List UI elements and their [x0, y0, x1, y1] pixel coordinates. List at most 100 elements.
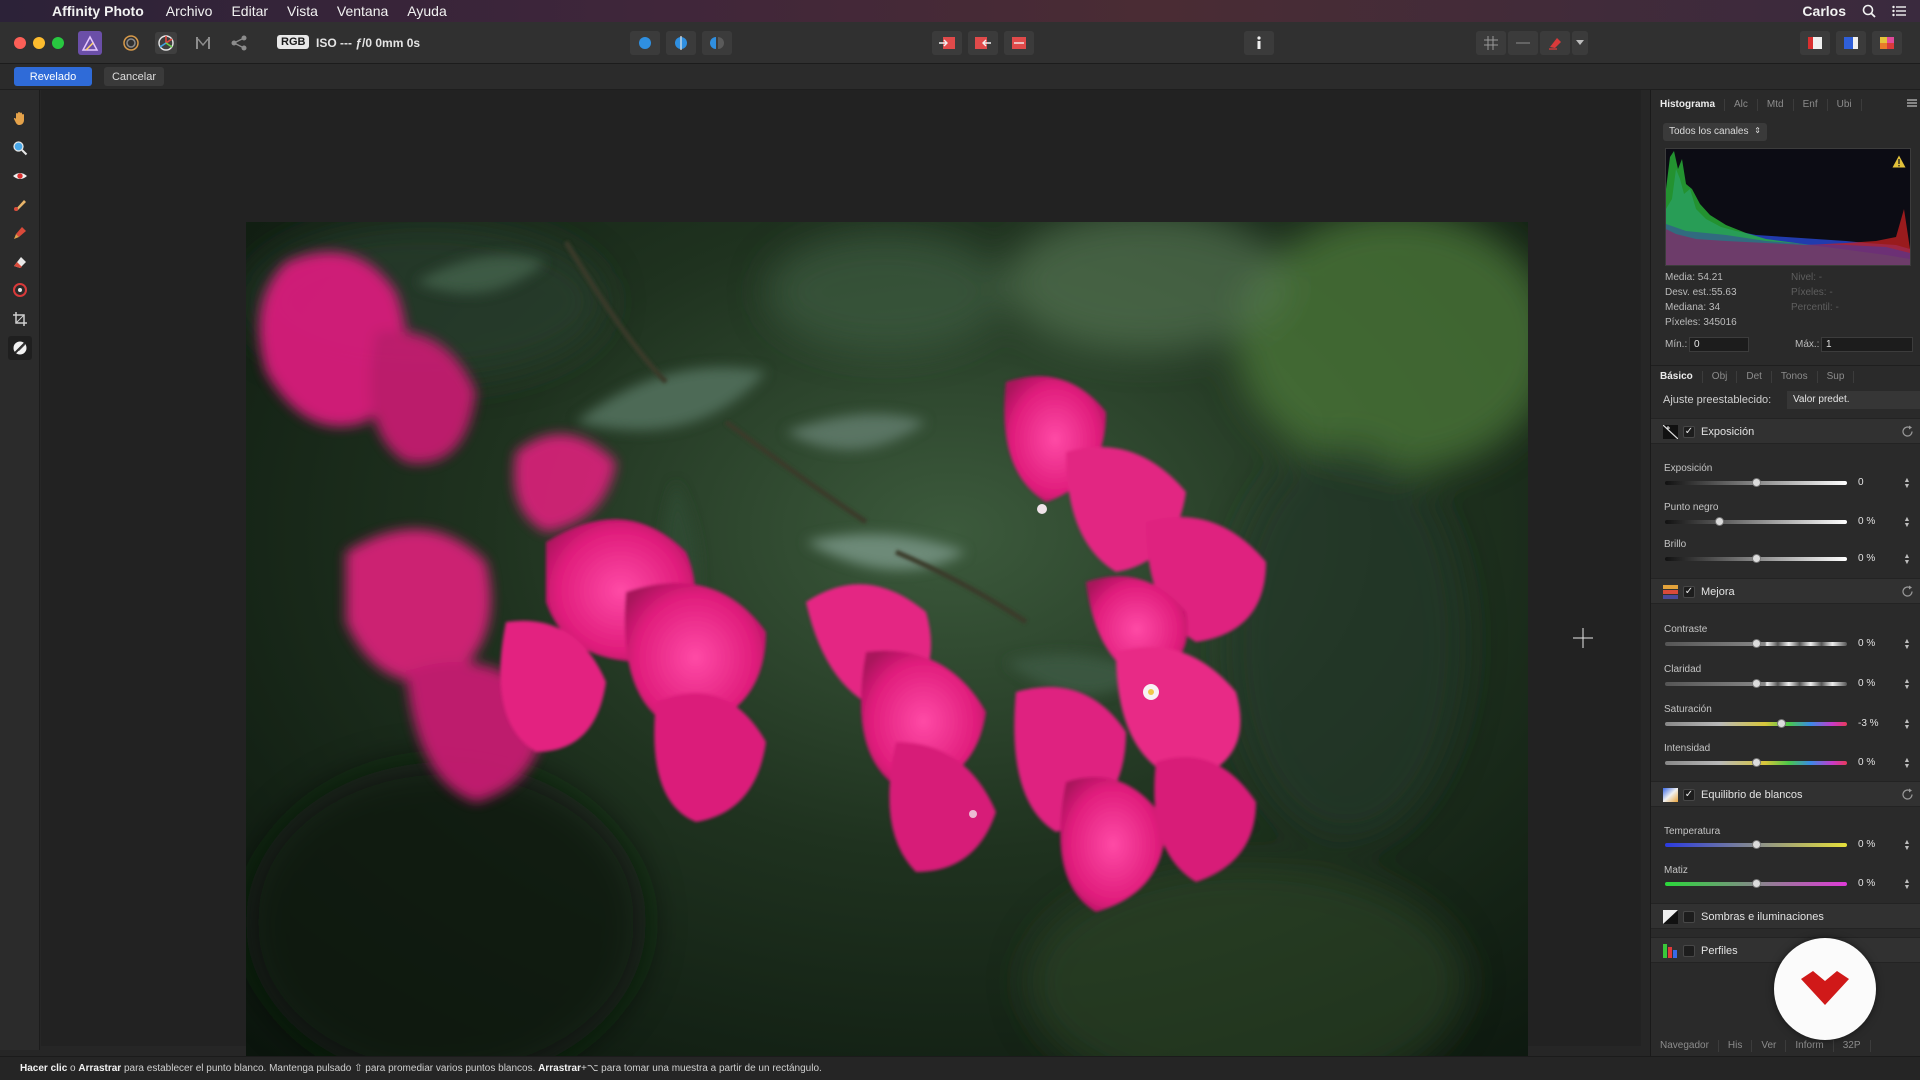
- clip-shadows-button[interactable]: [932, 31, 962, 55]
- temperatura-slider[interactable]: [1665, 840, 1847, 849]
- preset-select[interactable]: Valor predet.: [1787, 391, 1920, 409]
- single-view-button[interactable]: [630, 31, 660, 55]
- stepper-icon[interactable]: ▲ ▼: [1903, 757, 1911, 770]
- stepper-icon[interactable]: ▲ ▼: [1903, 638, 1911, 651]
- stepper-icon[interactable]: ▲ ▼: [1903, 678, 1911, 691]
- stepper-icon[interactable]: ▲ ▼: [1903, 553, 1911, 566]
- cancel-button[interactable]: Cancelar: [104, 67, 164, 86]
- tab-alc[interactable]: Alc: [1725, 99, 1758, 111]
- matiz-value[interactable]: 0 %: [1858, 878, 1894, 892]
- search-icon[interactable]: [1862, 4, 1876, 18]
- white-balance-checkbox[interactable]: ✓: [1683, 789, 1695, 801]
- exposicion-slider[interactable]: [1665, 478, 1847, 487]
- info-button[interactable]: [1244, 31, 1274, 55]
- max-input[interactable]: 1: [1821, 337, 1913, 352]
- punto-negro-value[interactable]: 0 %: [1858, 516, 1894, 530]
- enhance-checkbox[interactable]: ✓: [1683, 586, 1695, 598]
- develop-button[interactable]: Revelado: [14, 67, 92, 86]
- menu-ventana[interactable]: Ventana: [337, 3, 388, 19]
- slider-thumb[interactable]: [1751, 554, 1761, 563]
- reset-icon[interactable]: [1901, 788, 1914, 801]
- hand-tool-icon[interactable]: [8, 106, 32, 130]
- tone-mapping-persona-icon[interactable]: [192, 32, 214, 54]
- slider-thumb[interactable]: [1751, 679, 1761, 688]
- saturacion-value[interactable]: -3 %: [1858, 718, 1894, 732]
- photo-persona-icon[interactable]: [78, 31, 102, 55]
- menu-vista[interactable]: Vista: [287, 3, 318, 19]
- exposure-checkbox[interactable]: ✓: [1683, 426, 1695, 438]
- stepper-icon[interactable]: ▲ ▼: [1903, 878, 1911, 891]
- document-canvas[interactable]: [41, 90, 1641, 1080]
- stepper-icon[interactable]: ▲ ▼: [1903, 718, 1911, 731]
- profiles-checkbox[interactable]: [1683, 945, 1695, 957]
- tab-tonos[interactable]: Tonos: [1772, 370, 1818, 383]
- claridad-value[interactable]: 0 %: [1858, 678, 1894, 692]
- claridad-slider[interactable]: [1665, 679, 1847, 688]
- tab-his[interactable]: His: [1719, 1040, 1753, 1052]
- section-enhance[interactable]: ✓ Mejora: [1651, 578, 1920, 604]
- overlay-gradient-tool-icon[interactable]: [8, 278, 32, 302]
- panel-menu-icon[interactable]: [1898, 99, 1920, 111]
- stepper-icon[interactable]: ▲ ▼: [1903, 516, 1911, 529]
- slider-thumb[interactable]: [1751, 639, 1761, 648]
- stepper-icon[interactable]: ▲ ▼: [1903, 839, 1911, 852]
- matiz-slider[interactable]: [1665, 879, 1847, 888]
- slider-thumb[interactable]: [1776, 719, 1786, 728]
- menu-editar[interactable]: Editar: [231, 3, 268, 19]
- studio-colors-button[interactable]: [1872, 31, 1902, 55]
- stepper-icon[interactable]: ▲ ▼: [1903, 477, 1911, 490]
- min-input[interactable]: 0: [1689, 337, 1749, 352]
- menu-ayuda[interactable]: Ayuda: [407, 3, 446, 19]
- temperatura-value[interactable]: 0 %: [1858, 839, 1894, 853]
- minimize-window-button[interactable]: [33, 37, 45, 49]
- brillo-value[interactable]: 0 %: [1858, 553, 1894, 567]
- tab-32p[interactable]: 32P: [1834, 1040, 1871, 1052]
- tab-sup[interactable]: Sup: [1818, 370, 1855, 383]
- contraste-value[interactable]: 0 %: [1858, 638, 1894, 652]
- tab-inform[interactable]: Inform: [1786, 1040, 1834, 1052]
- menu-app-name[interactable]: Affinity Photo: [52, 3, 144, 19]
- reset-icon[interactable]: [1901, 585, 1914, 598]
- intensidad-value[interactable]: 0 %: [1858, 757, 1894, 771]
- zoom-tool-icon[interactable]: [8, 136, 32, 160]
- shadows-checkbox[interactable]: [1683, 911, 1695, 923]
- close-window-button[interactable]: [14, 37, 26, 49]
- section-white-balance[interactable]: ✓ Equilibrio de blancos: [1651, 781, 1920, 807]
- clip-highlights-button[interactable]: [968, 31, 998, 55]
- user-name[interactable]: Carlos: [1802, 3, 1846, 19]
- studio-right-button[interactable]: [1836, 31, 1866, 55]
- clip-tones-button[interactable]: [1004, 31, 1034, 55]
- tab-ubi[interactable]: Ubi: [1828, 99, 1862, 111]
- slider-thumb[interactable]: [1751, 758, 1761, 767]
- intensidad-slider[interactable]: [1665, 758, 1847, 767]
- mirror-view-button[interactable]: [702, 31, 732, 55]
- white-balance-tool-icon[interactable]: [8, 336, 32, 360]
- crop-tool-icon[interactable]: [8, 307, 32, 331]
- tab-enf[interactable]: Enf: [1794, 99, 1828, 111]
- tab-mtd[interactable]: Mtd: [1758, 99, 1794, 111]
- horizon-overlay-button[interactable]: [1508, 31, 1538, 55]
- develop-persona-icon[interactable]: [155, 32, 177, 54]
- channel-select[interactable]: Todos los canales ⇕: [1663, 123, 1767, 141]
- tab-ver[interactable]: Ver: [1752, 1040, 1787, 1052]
- section-exposure[interactable]: ✓ Exposición: [1651, 418, 1920, 444]
- overlay-paint-tool-icon[interactable]: [8, 221, 32, 245]
- bougainvillea-photo[interactable]: [246, 222, 1528, 1080]
- slider-thumb[interactable]: [1751, 478, 1761, 487]
- slider-thumb[interactable]: [1715, 517, 1725, 526]
- punto-negro-slider[interactable]: [1665, 517, 1847, 526]
- overlay-erase-tool-icon[interactable]: [8, 250, 32, 274]
- slider-thumb[interactable]: [1751, 879, 1761, 888]
- contraste-slider[interactable]: [1665, 639, 1847, 648]
- section-shadows[interactable]: Sombras e iluminaciones: [1651, 903, 1920, 929]
- tab-navegador[interactable]: Navegador: [1651, 1040, 1719, 1052]
- tab-obj[interactable]: Obj: [1703, 370, 1738, 383]
- studio-left-button[interactable]: [1800, 31, 1830, 55]
- overlay-eraser-button[interactable]: [1540, 31, 1570, 55]
- blemish-tool-icon[interactable]: [8, 193, 32, 217]
- red-eye-tool-icon[interactable]: [8, 164, 32, 188]
- tab-basico[interactable]: Básico: [1651, 370, 1703, 383]
- saturacion-slider[interactable]: [1665, 719, 1847, 728]
- liquify-persona-icon[interactable]: [120, 32, 142, 54]
- export-persona-icon[interactable]: [228, 32, 250, 54]
